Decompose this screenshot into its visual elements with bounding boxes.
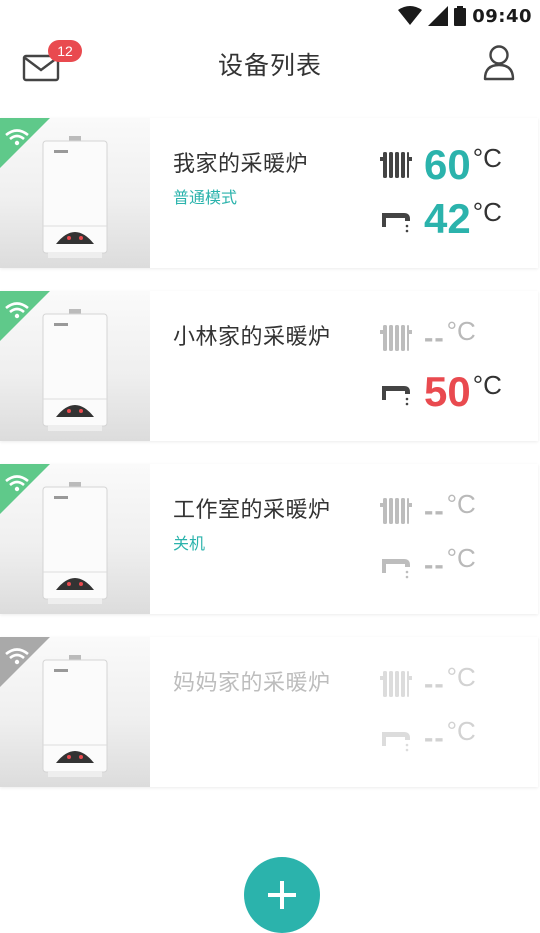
heating-temp-value: -- (424, 322, 445, 353)
user-icon (483, 45, 515, 81)
faucet-icon (382, 559, 410, 579)
device-name: 妈妈家的采暖炉 (173, 671, 331, 696)
radiator-icon (380, 325, 412, 351)
heating-temp-row: -- °C (380, 659, 476, 709)
faucet-icon (382, 386, 410, 406)
hot-water-temp-row: 42 °C (380, 194, 502, 244)
boiler-image (42, 655, 108, 777)
wifi-signal-icon (398, 6, 423, 25)
hot-water-temp-value: -- (424, 549, 445, 580)
device-name: 我家的采暖炉 (173, 152, 309, 177)
battery-icon (454, 6, 467, 26)
clock: 09:40 (472, 5, 532, 27)
status-bar: 09:40 (0, 0, 540, 32)
hot-water-temp-value: -- (424, 722, 445, 753)
wifi-icon (0, 118, 50, 168)
heating-temp-row: -- °C (380, 486, 476, 536)
wifi-icon (0, 637, 50, 687)
wifi-icon (0, 464, 50, 514)
page-title: 设备列表 (217, 51, 322, 80)
heating-temp-unit: °C (472, 143, 502, 173)
boiler-image (42, 309, 108, 431)
hot-water-temp-unit: °C (446, 543, 476, 573)
heating-temp-unit: °C (446, 489, 476, 519)
wifi-icon (0, 291, 50, 341)
add-device-button[interactable] (244, 857, 320, 933)
boiler-image (42, 482, 108, 604)
hot-water-temp-value: 50 (424, 368, 471, 415)
device-card[interactable]: 小林家的采暖炉 -- °C 50 °C (0, 291, 538, 441)
faucet-icon (382, 732, 410, 752)
hot-water-temp-unit: °C (446, 716, 476, 746)
heating-temp-value: -- (424, 668, 445, 699)
cell-signal-icon (428, 6, 449, 26)
device-card[interactable]: 我家的采暖炉 普通模式 60 °C 42 °C (0, 118, 538, 268)
radiator-icon (380, 152, 412, 178)
hot-water-temp-unit: °C (472, 370, 502, 400)
device-mode: 关机 (173, 534, 206, 553)
plus-icon (268, 881, 296, 909)
radiator-icon (380, 498, 412, 524)
heating-temp-value: -- (424, 495, 445, 526)
boiler-image (42, 136, 108, 258)
profile-button[interactable] (482, 44, 516, 82)
heating-temp-unit: °C (446, 662, 476, 692)
hot-water-temp-row: -- °C (380, 713, 476, 763)
heating-temp-unit: °C (446, 316, 476, 346)
device-name: 工作室的采暖炉 (173, 498, 331, 523)
hot-water-temp-value: 42 (424, 195, 471, 242)
app-header: 12 设备列表 (0, 32, 540, 96)
radiator-icon (380, 671, 412, 697)
hot-water-temp-row: 50 °C (380, 367, 502, 417)
device-mode: 普通模式 (173, 188, 238, 207)
device-card[interactable]: 妈妈家的采暖炉 -- °C -- °C (0, 637, 538, 787)
heating-temp-value: 60 (424, 141, 471, 188)
hot-water-temp-unit: °C (472, 197, 502, 227)
hot-water-temp-row: -- °C (380, 540, 476, 590)
heating-temp-row: -- °C (380, 313, 476, 363)
device-name: 小林家的采暖炉 (173, 325, 331, 350)
heating-temp-row: 60 °C (380, 140, 502, 190)
faucet-icon (382, 213, 410, 233)
device-card[interactable]: 工作室的采暖炉 关机 -- °C -- °C (0, 464, 538, 614)
